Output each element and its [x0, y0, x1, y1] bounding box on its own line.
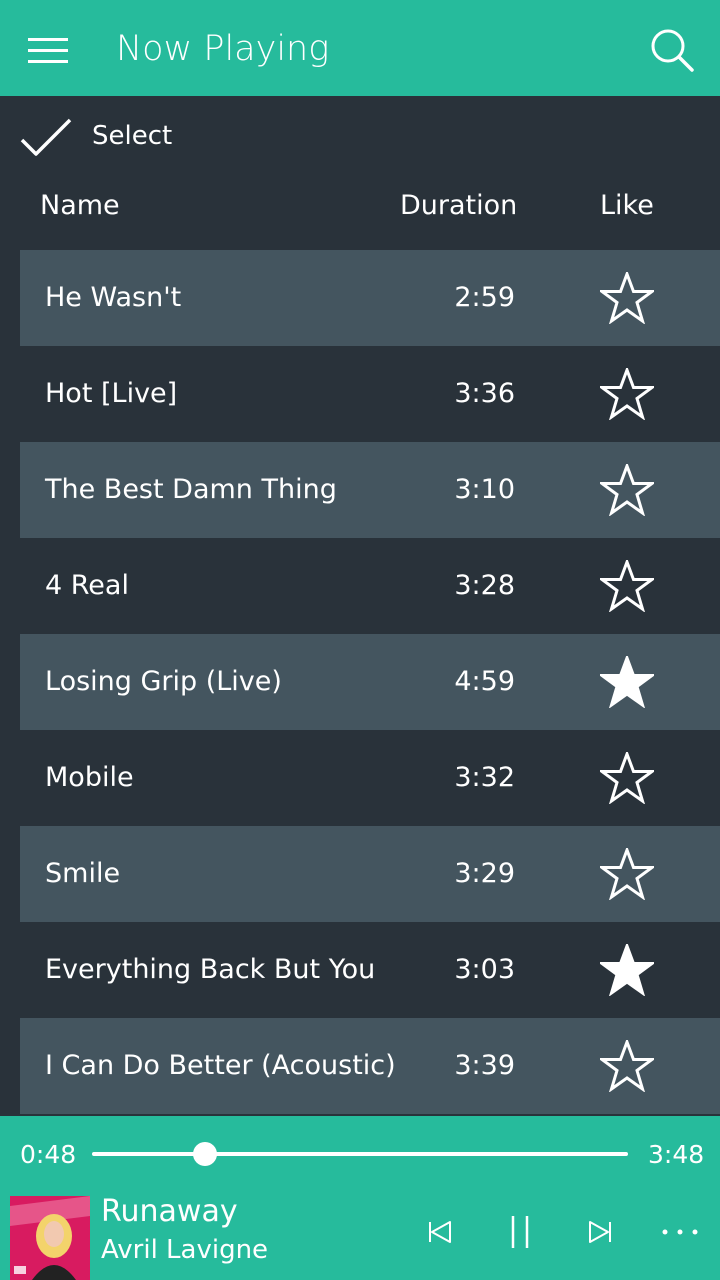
song-row[interactable]: I Can Do Better (Acoustic) 3:39: [20, 1018, 720, 1114]
song-name: Losing Grip (Live): [45, 666, 282, 697]
star-filled-icon[interactable]: [597, 653, 657, 709]
song-name: Smile: [45, 858, 121, 889]
column-header-duration[interactable]: Duration: [400, 186, 517, 226]
star-outline-icon[interactable]: [597, 1037, 657, 1093]
song-name: Hot [Live]: [45, 378, 178, 409]
select-label: Select: [92, 121, 173, 151]
now-playing-title[interactable]: Runaway: [101, 1192, 238, 1232]
current-time: 0:48: [20, 1140, 77, 1169]
star-outline-icon[interactable]: [597, 749, 657, 805]
song-name: Everything Back But You: [45, 954, 376, 985]
hamburger-menu-icon[interactable]: [28, 38, 68, 64]
now-playing-artist[interactable]: Avril Lavigne: [101, 1232, 268, 1268]
star-outline-icon[interactable]: [597, 557, 657, 613]
song-name: He Wasn't: [45, 282, 182, 313]
star-outline-icon[interactable]: [597, 365, 657, 421]
song-duration: 3:29: [454, 858, 515, 889]
song-row[interactable]: Losing Grip (Live) 4:59: [20, 634, 720, 730]
star-outline-icon[interactable]: [597, 845, 657, 901]
seek-thumb[interactable]: [192, 1142, 217, 1166]
song-duration: 3:10: [454, 474, 515, 505]
song-duration: 3:36: [454, 378, 515, 409]
song-duration: 4:59: [454, 666, 515, 697]
song-duration: 2:59: [454, 282, 515, 313]
album-art[interactable]: [10, 1196, 90, 1280]
song-name: The Best Damn Thing: [45, 474, 337, 505]
player-bar: 0:48 3:48 Runaway Avril Lavigne: [0, 1116, 720, 1280]
star-outline-icon[interactable]: [597, 461, 657, 517]
checkmark-icon: [20, 118, 72, 156]
app-header: Now Playing: [0, 0, 720, 96]
seek-bar[interactable]: [92, 1152, 628, 1156]
previous-icon[interactable]: [420, 1212, 460, 1252]
song-list: He Wasn't 2:59 Hot [Live] 3:36 The Best Damn…: [0, 250, 720, 1116]
star-outline-icon[interactable]: [597, 269, 657, 325]
total-time: 3:48: [648, 1140, 705, 1169]
next-icon[interactable]: [580, 1212, 620, 1252]
column-header-name[interactable]: Name: [40, 186, 120, 226]
column-header-like[interactable]: Like: [600, 186, 654, 226]
page-title: Now Playing: [116, 29, 330, 69]
song-row[interactable]: Hot [Live] 3:36: [20, 346, 720, 442]
song-name: 4 Real: [45, 570, 129, 601]
song-row[interactable]: He Wasn't 2:59: [20, 250, 720, 346]
song-duration: 3:03: [454, 954, 515, 985]
song-name: Mobile: [45, 762, 134, 793]
more-icon[interactable]: [660, 1212, 700, 1252]
song-duration: 3:39: [454, 1050, 515, 1081]
song-row[interactable]: Smile 3:29: [20, 826, 720, 922]
pause-icon[interactable]: [500, 1212, 540, 1252]
song-row[interactable]: Everything Back But You 3:03: [20, 922, 720, 1018]
song-row[interactable]: The Best Damn Thing 3:10: [20, 442, 720, 538]
select-button[interactable]: Select: [16, 112, 236, 162]
song-row[interactable]: 4 Real 3:28: [20, 538, 720, 634]
song-row[interactable]: Mobile 3:32: [20, 730, 720, 826]
song-name: I Can Do Better (Acoustic): [45, 1050, 396, 1081]
song-duration: 3:28: [454, 570, 515, 601]
song-duration: 3:32: [454, 762, 515, 793]
star-filled-icon[interactable]: [597, 941, 657, 997]
search-icon[interactable]: [648, 26, 696, 74]
